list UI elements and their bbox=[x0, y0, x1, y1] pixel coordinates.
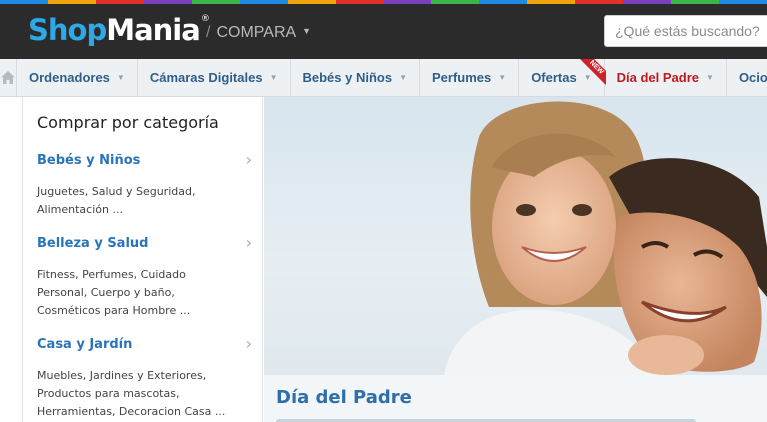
category-subline[interactable]: Juguetes, Salud y Seguridad, bbox=[37, 183, 252, 201]
category-name: Bebés y Niños bbox=[37, 153, 141, 168]
nav-item-label: Día del Padre bbox=[616, 70, 700, 85]
search-placeholder: ¿Qué estás buscando? bbox=[615, 23, 760, 39]
caret-down-icon: ▼ bbox=[269, 73, 278, 82]
chevron-right-icon: › bbox=[245, 150, 252, 169]
home-icon bbox=[1, 71, 15, 84]
nav-item-dia-del-padre[interactable]: Día del Padre ▼ bbox=[605, 59, 727, 96]
nav-item-perfumes[interactable]: Perfumes ▼ bbox=[420, 59, 520, 96]
category-subitems: Muebles, Jardines y Exteriores, Producto… bbox=[37, 367, 252, 421]
category-subline[interactable]: Personal, Cuerpo y baño, bbox=[37, 284, 252, 302]
nav-item-camaras[interactable]: Cámaras Digitales ▼ bbox=[138, 59, 291, 96]
nav-item-ocio[interactable]: Ocio▼ bbox=[727, 59, 767, 96]
nav-item-label: Ocio bbox=[738, 70, 767, 85]
category-subline[interactable]: Productos para mascotas, bbox=[37, 385, 252, 403]
nav-item-ofertas[interactable]: Ofertas ▼ NEW bbox=[519, 59, 606, 96]
caret-down-icon: ▼ bbox=[498, 73, 507, 82]
category-subline[interactable]: Alimentación ... bbox=[37, 201, 252, 219]
category-link[interactable]: Bebés y Niños › bbox=[37, 150, 252, 169]
category-subline[interactable]: Cosméticos para Hombre ... bbox=[37, 302, 252, 320]
nav-item-ordenadores[interactable]: Ordenadores ▼ bbox=[17, 59, 138, 96]
nav-home-button[interactable] bbox=[0, 59, 17, 96]
compare-label: COMPARA bbox=[216, 24, 297, 41]
registered-mark: ® bbox=[200, 14, 210, 24]
category-name: Belleza y Salud bbox=[37, 236, 149, 251]
nav-item-bebes[interactable]: Bebés y Niños ▼ bbox=[291, 59, 421, 96]
nav-item-label: Ordenadores bbox=[29, 70, 110, 85]
category-nav: Ordenadores ▼ Cámaras Digitales ▼ Bebés y … bbox=[0, 59, 767, 97]
category-sidebar: Comprar por categoría Bebés y Niños › Ju… bbox=[22, 97, 263, 422]
category-subline[interactable]: Muebles, Jardines y Exteriores, bbox=[37, 367, 252, 385]
nav-item-label: Bebés y Niños bbox=[302, 70, 393, 85]
category-link[interactable]: Casa y Jardín › bbox=[37, 334, 252, 353]
shopmania-logo[interactable]: ShopMania ® bbox=[28, 13, 210, 47]
caret-down-icon: ▼ bbox=[116, 73, 125, 82]
compare-dropdown[interactable]: / COMPARA ▼ bbox=[206, 24, 311, 42]
compare-slash: / bbox=[206, 24, 211, 41]
nav-item-label: Perfumes bbox=[432, 70, 492, 85]
category-subitems: Fitness, Perfumes, Cuidado Personal, Cue… bbox=[37, 266, 252, 320]
category-name: Casa y Jardín bbox=[37, 337, 133, 352]
category-subitems: Juguetes, Salud y Seguridad, Alimentació… bbox=[37, 183, 252, 219]
new-badge-label: NEW bbox=[577, 59, 606, 87]
father-daughter-photo bbox=[444, 101, 767, 375]
caret-down-icon: ▼ bbox=[706, 73, 714, 82]
category-bebes: Bebés y Niños › Juguetes, Salud y Seguri… bbox=[37, 150, 252, 219]
new-badge: NEW bbox=[577, 59, 606, 87]
logo-shop: Shop bbox=[28, 13, 107, 47]
category-subline[interactable]: Herramientas, Decoracion Casa ... bbox=[37, 403, 252, 421]
category-casa: Casa y Jardín › Muebles, Jardines y Exte… bbox=[37, 334, 252, 421]
caret-down-icon: ▼ bbox=[399, 73, 408, 82]
header-bar: ShopMania ® / COMPARA ▼ ¿Qué estás buscand… bbox=[0, 4, 767, 59]
category-link[interactable]: Belleza y Salud › bbox=[37, 233, 252, 252]
caret-down-icon: ▼ bbox=[302, 26, 312, 36]
search-input[interactable]: ¿Qué estás buscando? bbox=[604, 15, 767, 47]
hero-caption: Día del Padre bbox=[264, 375, 767, 422]
nav-item-label: Cámaras Digitales bbox=[149, 70, 263, 85]
category-belleza: Belleza y Salud › Fitness, Perfumes, Cui… bbox=[37, 233, 252, 320]
sidebar-title: Comprar por categoría bbox=[37, 113, 219, 132]
chevron-right-icon: › bbox=[245, 233, 252, 252]
nav-item-label: Ofertas bbox=[531, 70, 577, 85]
chevron-right-icon: › bbox=[245, 334, 252, 353]
hero-banner-image[interactable] bbox=[264, 97, 767, 375]
category-subline[interactable]: Fitness, Perfumes, Cuidado bbox=[37, 266, 252, 284]
hero-title[interactable]: Día del Padre bbox=[276, 387, 412, 408]
logo-mania: Mania bbox=[106, 13, 201, 47]
